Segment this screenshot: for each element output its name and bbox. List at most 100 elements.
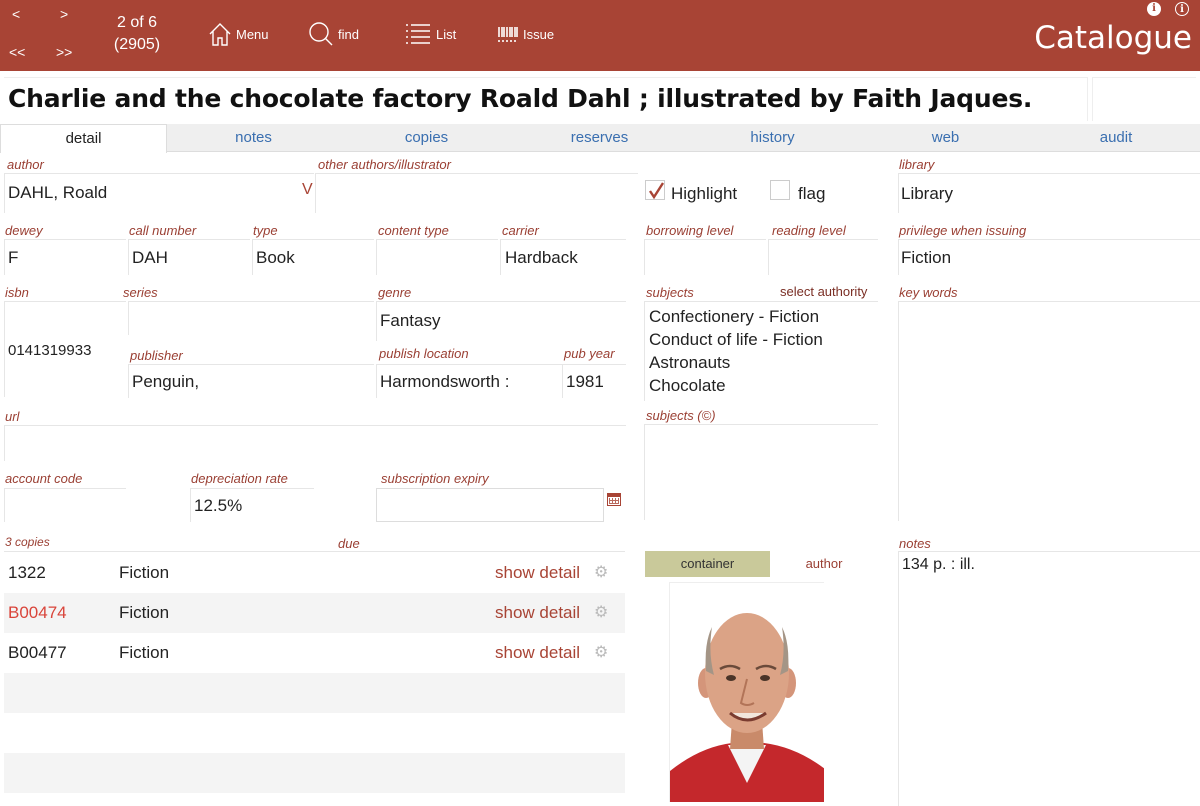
borrowing-level-field[interactable] xyxy=(644,239,766,275)
app-title: Catalogue xyxy=(1034,20,1192,56)
list-label: List xyxy=(436,26,457,42)
empty-row xyxy=(4,753,625,793)
copy-barcode: B00474 xyxy=(8,603,67,622)
carrier-value: Hardback xyxy=(505,248,578,267)
tab-copies[interactable]: copies xyxy=(340,124,513,152)
tab-bar: detail notes copies reserves history web… xyxy=(0,124,1200,153)
record-count: (2905) xyxy=(113,36,161,53)
subjects-c-field[interactable] xyxy=(644,424,878,520)
account-code-field[interactable] xyxy=(4,488,126,522)
copy-row: B00477 Fiction show detail ⚙ xyxy=(4,633,625,673)
find-button[interactable]: find xyxy=(308,18,359,50)
list-icon xyxy=(406,24,430,44)
show-detail-link[interactable]: show detail xyxy=(495,563,580,583)
copy-location: Fiction xyxy=(119,563,170,582)
genre-label: genre xyxy=(378,285,412,300)
borrowing-level-label: borrowing level xyxy=(646,223,734,238)
due-label: due xyxy=(338,536,360,551)
reading-level-label: reading level xyxy=(772,223,846,238)
show-detail-link[interactable]: show detail xyxy=(495,643,580,663)
subject-item: Chocolate xyxy=(649,376,726,395)
highlight-label: Highlight xyxy=(671,184,738,203)
menu-button[interactable]: Menu xyxy=(208,18,269,50)
flag-checkbox[interactable] xyxy=(770,180,790,200)
type-label: type xyxy=(253,223,278,238)
dewey-field[interactable] xyxy=(4,239,126,275)
gear-icon[interactable]: ⚙ xyxy=(594,605,610,621)
isbn-label: isbn xyxy=(5,285,29,300)
url-field[interactable] xyxy=(4,425,626,461)
key-words-field[interactable] xyxy=(898,301,1200,521)
title-aux-field[interactable] xyxy=(1092,77,1196,121)
subscription-expiry-label: subscription expiry xyxy=(381,471,489,486)
first-record-button[interactable]: << xyxy=(9,44,25,60)
previous-record-button[interactable]: < xyxy=(12,6,20,22)
copies-count-label: 3 copies xyxy=(5,535,50,549)
key-words-label: key words xyxy=(899,285,958,300)
series-label: series xyxy=(123,285,158,300)
copy-row: 1322 Fiction show detail ⚙ xyxy=(4,553,625,593)
issue-label: Issue xyxy=(523,26,555,42)
content-type-field[interactable] xyxy=(376,239,498,275)
series-field[interactable] xyxy=(128,301,374,335)
calendar-icon[interactable] xyxy=(607,493,621,506)
pub-year-label: pub year xyxy=(564,346,615,361)
author-image-tab[interactable]: author xyxy=(770,551,878,577)
empty-row xyxy=(4,713,625,753)
find-label: find xyxy=(338,26,359,42)
other-authors-label: other authors/illustrator xyxy=(318,157,451,172)
empty-row xyxy=(4,673,625,713)
tab-reserves[interactable]: reserves xyxy=(513,124,686,152)
tab-audit[interactable]: audit xyxy=(1032,124,1200,152)
publisher-label: publisher xyxy=(130,348,183,363)
gear-icon[interactable]: ⚙ xyxy=(594,645,610,661)
call-number-label: call number xyxy=(129,223,197,238)
library-value: Library xyxy=(901,184,953,203)
notes-label: notes xyxy=(899,536,931,551)
container-tab[interactable]: container xyxy=(645,551,770,577)
checkmark-icon xyxy=(649,182,665,200)
subject-item: Astronauts xyxy=(649,353,731,372)
info-outline-icon[interactable]: i xyxy=(1175,2,1189,16)
dewey-value: F xyxy=(8,248,19,267)
author-dropdown-marker[interactable]: V xyxy=(302,181,313,199)
author-label: author xyxy=(7,157,44,172)
highlight-checkbox[interactable] xyxy=(645,180,665,200)
show-detail-link[interactable]: show detail xyxy=(495,603,580,623)
tab-detail[interactable]: detail xyxy=(0,124,167,153)
subjects-label: subjects xyxy=(646,285,694,300)
list-button[interactable]: List xyxy=(404,18,456,50)
menu-label: Menu xyxy=(236,26,269,42)
genre-value: Fantasy xyxy=(380,311,441,330)
copy-barcode: B00477 xyxy=(8,643,67,662)
info-icon[interactable]: i xyxy=(1147,2,1161,16)
reading-level-field[interactable] xyxy=(768,239,878,275)
next-record-button[interactable]: > xyxy=(60,6,68,22)
issue-button[interactable]: Issue xyxy=(497,18,554,50)
depreciation-rate-value: 12.5% xyxy=(194,496,243,515)
subscription-expiry-field[interactable] xyxy=(376,488,604,522)
isbn-value: 0141319933 xyxy=(8,342,92,359)
notes-field[interactable] xyxy=(898,551,1200,806)
subjects-c-label: subjects (©) xyxy=(646,408,716,423)
author-portrait-image xyxy=(670,583,824,802)
top-toolbar: < > << >> 2 of 6 (2905) Menu find List I… xyxy=(0,0,1200,71)
copies-divider xyxy=(4,551,625,552)
other-authors-field[interactable] xyxy=(315,173,638,213)
tab-history[interactable]: history xyxy=(686,124,859,152)
content-type-label: content type xyxy=(378,223,449,238)
account-code-label: account code xyxy=(5,471,83,486)
author-photo xyxy=(669,582,824,802)
gear-icon[interactable]: ⚙ xyxy=(594,565,610,581)
tab-notes[interactable]: notes xyxy=(167,124,340,152)
privilege-label: privilege when issuing xyxy=(899,223,1027,238)
tab-web[interactable]: web xyxy=(859,124,1032,152)
last-record-button[interactable]: >> xyxy=(56,44,72,60)
select-authority-link[interactable]: select authority xyxy=(780,284,867,299)
publish-location-value: Harmondsworth : xyxy=(380,372,510,391)
subject-item: Confectionery - Fiction xyxy=(649,307,820,326)
flag-label: flag xyxy=(798,184,826,203)
privilege-value: Fiction xyxy=(901,248,952,267)
notes-value: 134 p. : ill. xyxy=(902,556,975,573)
call-number-value: DAH xyxy=(132,248,168,267)
